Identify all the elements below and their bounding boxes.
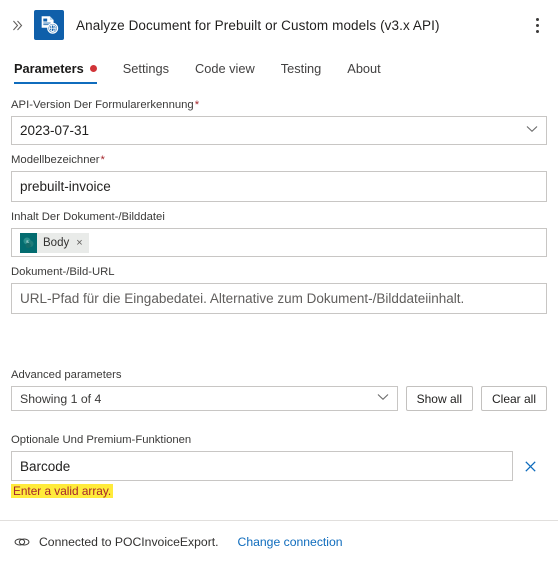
tab-bar: Parameters Settings Code view Testing Ab… (0, 50, 558, 84)
field-file-url: Dokument-/Bild-URL URL-Pfad für die Eing… (11, 265, 547, 314)
chevron-down-icon (377, 393, 389, 404)
required-asterisk: * (194, 99, 200, 111)
field-model-id-label-text: Modellbezeichner (11, 154, 100, 166)
chevron-down-icon (526, 125, 538, 136)
advanced-parameters-label: Advanced parameters (11, 369, 122, 381)
field-model-id-label: Modellbezeichner* (11, 153, 547, 167)
tab-testing[interactable]: Testing (281, 61, 322, 84)
field-file-url-label: Dokument-/Bild-URL (11, 266, 115, 278)
field-file-content-label: Inhalt Der Dokument-/Bilddatei (11, 211, 165, 223)
advanced-parameters-value: Showing 1 of 4 (20, 391, 102, 406)
file-url-input[interactable]: URL-Pfad für die Eingabedatei. Alternati… (11, 283, 547, 314)
chevron-double-right-icon[interactable] (4, 12, 30, 38)
optional-features-label: Optionale Und Premium-Funktionen (11, 434, 192, 446)
tab-about-label: About (347, 61, 381, 76)
connection-status-text: Connected to POCInvoiceExport. (39, 534, 219, 549)
close-icon[interactable] (513, 451, 547, 481)
field-advanced-parameters: Advanced parameters Showing 1 of 4 Show … (11, 368, 547, 411)
show-all-button[interactable]: Show all (405, 386, 473, 411)
validation-error-message: Enter a valid array. (11, 484, 114, 498)
optional-features-input[interactable]: Barcode (11, 451, 513, 481)
optional-features-row: Barcode (11, 451, 547, 481)
tab-code-view-label: Code view (194, 61, 255, 76)
clear-all-button[interactable]: Clear all (480, 386, 547, 411)
card-header: Analyze Document for Prebuilt or Custom … (0, 0, 558, 50)
field-api-version-label: API-Version Der Formularerkennung* (11, 98, 547, 112)
tab-parameters[interactable]: Parameters (14, 61, 97, 84)
tab-parameters-label: Parameters (14, 61, 84, 76)
analyze-document-icon (34, 10, 64, 40)
action-card: Analyze Document for Prebuilt or Custom … (0, 0, 558, 562)
parameters-panel: API-Version Der Formularerkennung* 2023-… (0, 84, 558, 520)
tab-settings[interactable]: Settings (123, 61, 169, 84)
change-connection-link[interactable]: Change connection (238, 535, 343, 549)
api-version-value: 2023-07-31 (20, 123, 90, 138)
file-content-input[interactable]: s Body × (11, 228, 547, 257)
field-optional-features: Optionale Und Premium-Funktionen Barcode… (11, 433, 547, 500)
field-model-id: Modellbezeichner* prebuilt-invoice (11, 153, 547, 202)
close-icon[interactable]: × (76, 237, 82, 249)
field-api-version: API-Version Der Formularerkennung* 2023-… (11, 98, 547, 145)
tab-settings-label: Settings (122, 61, 169, 76)
page-title: Analyze Document for Prebuilt or Custom … (76, 17, 440, 33)
advanced-parameters-dropdown[interactable]: Showing 1 of 4 (11, 386, 398, 411)
dynamic-content-token-label: Body (43, 236, 70, 249)
model-id-input[interactable]: prebuilt-invoice (11, 171, 547, 202)
tab-error-dot-icon (89, 65, 97, 72)
connection-footer: Connected to POCInvoiceExport. Change co… (0, 520, 558, 562)
connection-link-icon (14, 535, 30, 549)
optional-features-value: Barcode (20, 458, 71, 474)
required-asterisk: * (100, 154, 105, 166)
model-id-value: prebuilt-invoice (20, 179, 111, 194)
more-vertical-icon[interactable] (524, 10, 550, 40)
api-version-dropdown[interactable]: 2023-07-31 (11, 116, 547, 145)
advanced-parameters-row: Showing 1 of 4 Show all Clear all (11, 386, 547, 411)
sharepoint-icon: s (20, 232, 37, 253)
tab-about[interactable]: About (347, 61, 380, 84)
tab-code-view[interactable]: Code view (195, 61, 255, 84)
field-file-content: Inhalt Der Dokument-/Bilddatei s Body × (11, 210, 547, 257)
file-url-placeholder: URL-Pfad für die Eingabedatei. Alternati… (20, 291, 465, 306)
tab-testing-label: Testing (280, 61, 322, 76)
field-api-version-label-text: API-Version Der Formularerkennung (11, 99, 194, 111)
section-spacer-2 (11, 419, 547, 433)
dynamic-content-token[interactable]: s Body × (20, 232, 89, 253)
